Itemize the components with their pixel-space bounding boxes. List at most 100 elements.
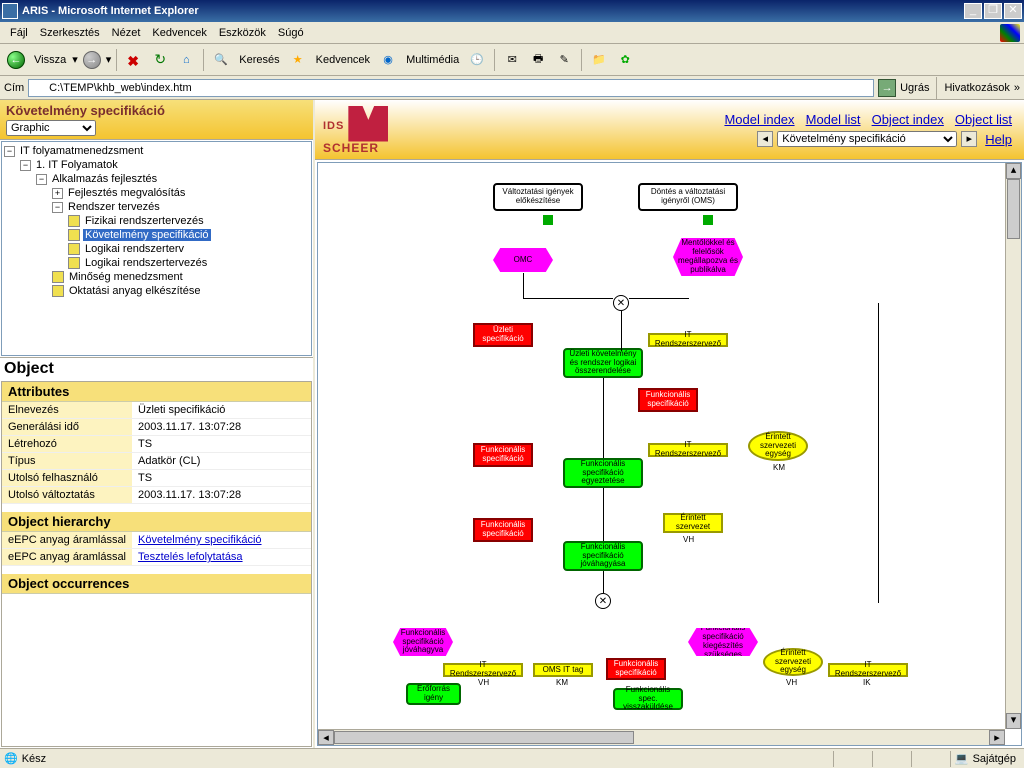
org-node[interactable]: Érintett szervezeti egység <box>748 431 808 461</box>
back-button[interactable]: ← <box>4 48 28 72</box>
data-node[interactable]: Funkcionális specifikáció <box>473 518 533 542</box>
link-object-index[interactable]: Object index <box>872 112 944 127</box>
tree-node[interactable]: 1. IT Folyamatok <box>34 159 120 171</box>
collapse-icon[interactable]: − <box>20 160 31 171</box>
function-node[interactable]: Funkcionális spec. visszaküldése <box>613 688 683 710</box>
forward-dropdown-icon[interactable]: ▾ <box>106 53 112 66</box>
nav-prev-button[interactable]: ◂ <box>757 131 773 147</box>
view-select[interactable]: Graphic <box>6 120 96 136</box>
media-label[interactable]: Multimédia <box>402 54 463 66</box>
menu-file[interactable]: Fájl <box>4 25 34 41</box>
collapse-icon[interactable]: − <box>4 146 15 157</box>
minimize-button[interactable]: _ <box>964 3 982 19</box>
icq-button[interactable]: ✿ <box>613 48 637 72</box>
tree-leaf[interactable]: Fizikai rendszertervezés <box>83 215 206 227</box>
address-input[interactable] <box>28 79 874 97</box>
tree-node[interactable]: Fejlesztés megvalósítás <box>66 187 187 199</box>
menu-favorites[interactable]: Kedvencek <box>146 25 212 41</box>
event-node[interactable]: Mentőlökkel és felelősök megállapozva és… <box>673 238 743 276</box>
menu-tools[interactable]: Eszközök <box>213 25 272 41</box>
maximize-button[interactable]: ❐ <box>984 3 1002 19</box>
left-pane: Követelmény specifikáció Graphic −IT fol… <box>0 100 315 748</box>
model-tree[interactable]: −IT folyamatmenedzsment −1. IT Folyamato… <box>1 141 312 356</box>
function-node[interactable]: Üzleti követelmény és rendszer logikai ö… <box>563 348 643 378</box>
xor-connector[interactable]: ✕ <box>595 593 611 609</box>
stop-button[interactable]: ✖ <box>122 48 146 72</box>
data-node[interactable]: Üzleti specifikáció <box>473 323 533 347</box>
xor-connector[interactable]: ✕ <box>613 295 629 311</box>
event-node[interactable]: OMC <box>493 248 553 272</box>
scroll-right-icon[interactable]: ▸ <box>989 730 1005 745</box>
process-node[interactable]: Döntés a változtatási igényről (OMS) <box>638 183 738 211</box>
scroll-up-icon[interactable]: ▴ <box>1006 163 1021 179</box>
menu-help[interactable]: Súgó <box>272 25 310 41</box>
link-help[interactable]: Help <box>985 132 1012 147</box>
refresh-button[interactable]: ↻ <box>148 48 172 72</box>
links-chevron-icon[interactable]: » <box>1014 82 1020 94</box>
tree-node[interactable]: Alkalmazás fejlesztés <box>50 173 159 185</box>
event-node[interactable]: Funkcionális specifikáció jóváhagyva <box>393 628 453 656</box>
media-button[interactable]: ◉ <box>376 48 400 72</box>
back-label[interactable]: Vissza <box>30 54 70 66</box>
process-node[interactable]: Változtatási igények előkészítése <box>493 183 583 211</box>
object-panel[interactable]: Attributes ElnevezésÜzleti specifikáció … <box>1 381 312 747</box>
epc-diagram[interactable]: Változtatási igények előkészítése Döntés… <box>318 163 1005 729</box>
search-button[interactable]: 🔍 <box>209 48 233 72</box>
tree-leaf[interactable]: Minőség menedzsment <box>67 271 185 283</box>
role-node[interactable]: Érintett szervezet <box>663 513 723 533</box>
label: VH <box>786 678 797 687</box>
tree-root[interactable]: IT folyamatmenedzsment <box>18 145 145 157</box>
horizontal-scrollbar[interactable]: ◂ ▸ <box>318 729 1005 745</box>
print-button[interactable]: 🖶 <box>526 48 550 72</box>
vertical-scrollbar[interactable]: ▴ ▾ <box>1005 163 1021 729</box>
event-node[interactable]: Funkcionális specifikáció kiegészítés sz… <box>688 628 758 656</box>
collapse-icon[interactable]: − <box>52 202 63 213</box>
scroll-down-icon[interactable]: ▾ <box>1006 713 1021 729</box>
favorites-button[interactable]: ★ <box>286 48 310 72</box>
link-model-list[interactable]: Model list <box>806 112 861 127</box>
tree-leaf[interactable]: Logikai rendszerterv <box>83 243 186 255</box>
close-button[interactable]: ✕ <box>1004 3 1022 19</box>
links-label[interactable]: Hivatkozások <box>944 82 1009 94</box>
org-node[interactable]: Érintett szervezeti egység <box>763 648 823 676</box>
role-node[interactable]: IT Rendszerszervező <box>648 443 728 457</box>
favorites-label[interactable]: Kedvencek <box>312 54 374 66</box>
go-label[interactable]: Ugrás <box>900 82 929 94</box>
role-node[interactable]: IT Rendszerszervező <box>648 333 728 347</box>
menu-edit[interactable]: Szerkesztés <box>34 25 106 41</box>
function-node[interactable]: Funkcionális specifikáció jóváhagyása <box>563 541 643 571</box>
expand-icon[interactable]: + <box>52 188 63 199</box>
scroll-thumb[interactable] <box>1007 179 1020 239</box>
scroll-thumb[interactable] <box>334 731 634 744</box>
search-label[interactable]: Keresés <box>235 54 283 66</box>
scroll-left-icon[interactable]: ◂ <box>318 730 334 745</box>
hier-link[interactable]: Tesztelés lefolytatása <box>138 551 243 563</box>
edit-button[interactable]: ✎ <box>552 48 576 72</box>
back-dropdown-icon[interactable]: ▾ <box>72 53 78 66</box>
tree-leaf-selected[interactable]: Követelmény specifikáció <box>83 229 211 241</box>
menu-view[interactable]: Nézet <box>106 25 147 41</box>
go-button[interactable]: → <box>878 79 896 97</box>
link-object-list[interactable]: Object list <box>955 112 1012 127</box>
model-select[interactable]: Követelmény specifikáció <box>777 131 957 147</box>
function-node[interactable]: Erőforrás igény <box>406 683 461 705</box>
tree-leaf[interactable]: Logikai rendszertervezés <box>83 257 209 269</box>
hier-link[interactable]: Követelmény specifikáció <box>138 534 262 546</box>
nav-next-button[interactable]: ▸ <box>961 131 977 147</box>
link-model-index[interactable]: Model index <box>724 112 794 127</box>
role-node[interactable]: IT Rendszerszervező <box>443 663 523 677</box>
function-node[interactable]: Funkcionális specifikáció egyeztetése <box>563 458 643 488</box>
history-button[interactable]: 🕒 <box>465 48 489 72</box>
role-node[interactable]: OMS IT tag <box>533 663 593 677</box>
data-node[interactable]: Funkcionális specifikáció <box>606 658 666 680</box>
data-node[interactable]: Funkcionális specifikáció <box>638 388 698 412</box>
mail-button[interactable]: ✉ <box>500 48 524 72</box>
role-node[interactable]: IT Rendszerszervező <box>828 663 908 677</box>
tree-leaf[interactable]: Oktatási anyag elkészítése <box>67 285 202 297</box>
collapse-icon[interactable]: − <box>36 174 47 185</box>
folder-button[interactable]: 📁 <box>587 48 611 72</box>
forward-button[interactable]: → <box>80 48 104 72</box>
tree-node[interactable]: Rendszer tervezés <box>66 201 162 213</box>
home-button[interactable]: ⌂ <box>174 48 198 72</box>
data-node[interactable]: Funkcionális specifikáció <box>473 443 533 467</box>
